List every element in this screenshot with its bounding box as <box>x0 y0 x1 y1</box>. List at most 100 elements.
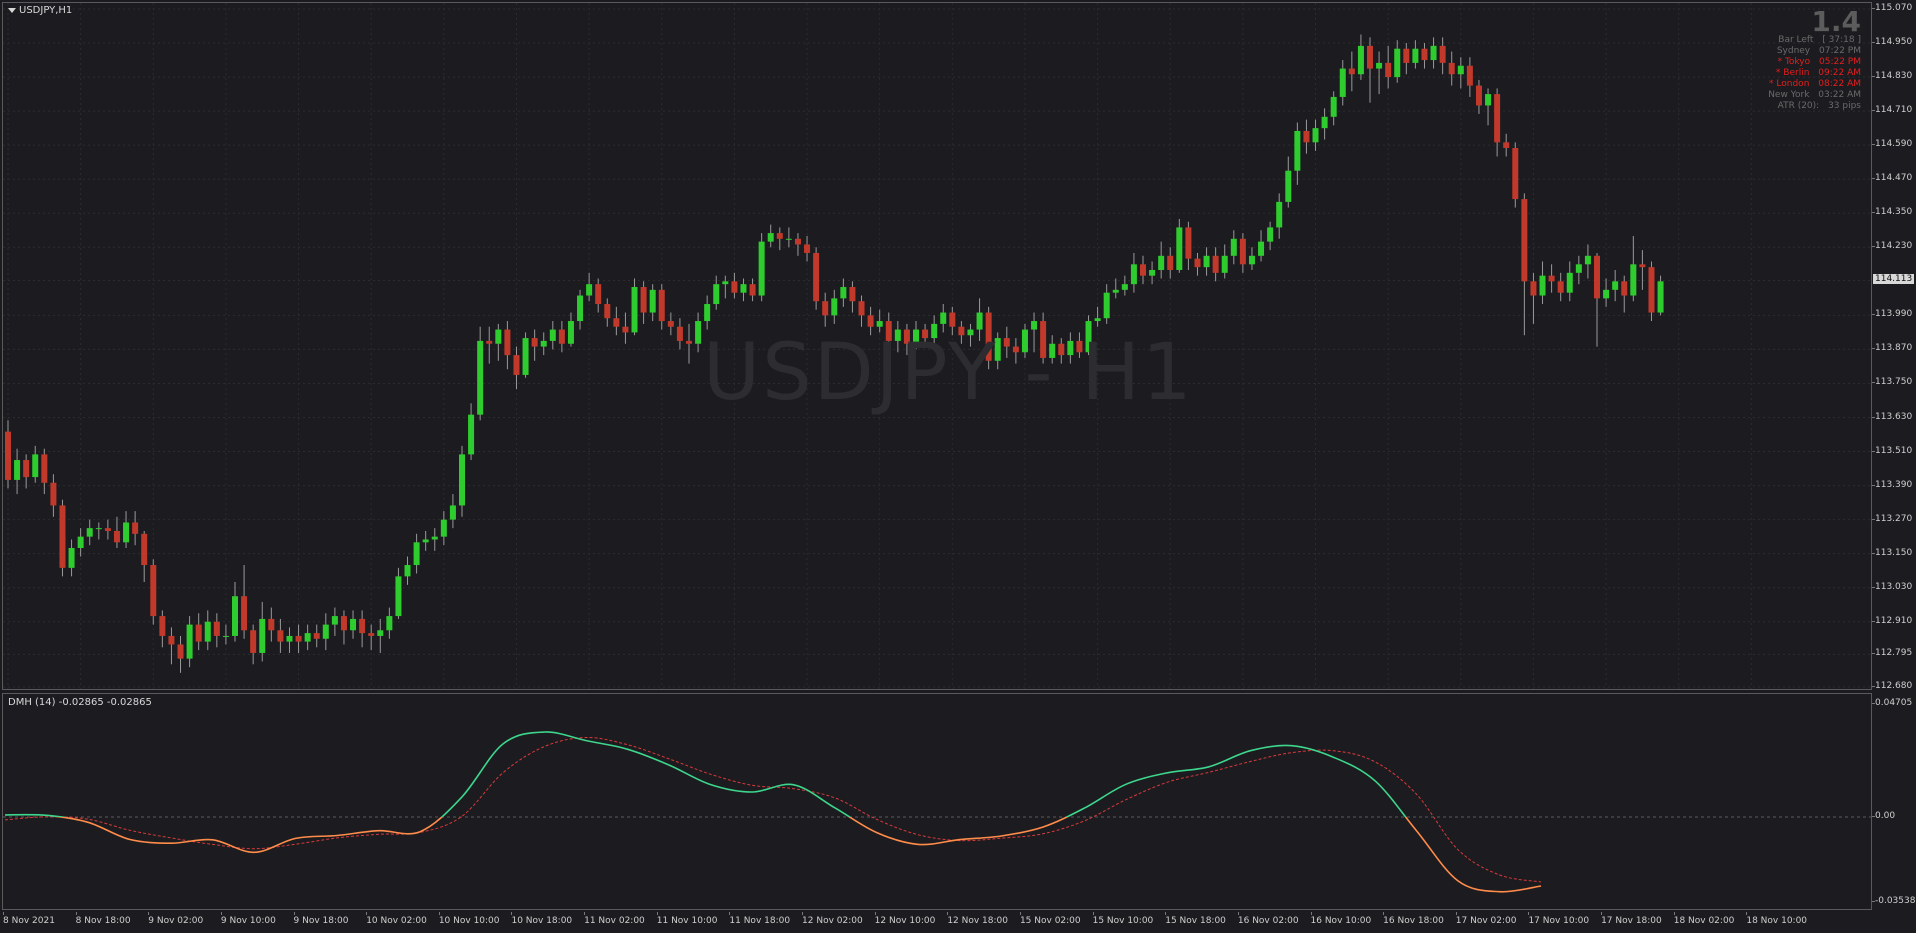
bull-candle <box>1158 255 1165 270</box>
bull-candle <box>1539 275 1546 296</box>
bear-candle <box>1421 48 1428 61</box>
bull-candle <box>1575 264 1582 273</box>
bull-candle <box>123 522 130 543</box>
session-value: 05:22 PM <box>1816 57 1861 67</box>
bear-candle <box>622 326 629 333</box>
bull-candle <box>449 505 456 520</box>
bear-candle <box>595 284 602 305</box>
bear-candle <box>858 301 865 316</box>
bear-candle <box>1621 281 1628 296</box>
bear-candle <box>313 633 320 639</box>
bull-candle <box>495 329 502 344</box>
bear-candle <box>604 304 611 319</box>
bull-candle <box>68 547 75 568</box>
bull-candle <box>477 340 484 415</box>
bull-candle <box>976 312 983 330</box>
bear-candle <box>667 321 674 327</box>
bear-candle <box>50 482 57 506</box>
bull-candle <box>222 635 229 637</box>
indicator-label: DMH (14) -0.02865 -0.02865 <box>8 697 152 708</box>
price-tick: 114.470 <box>1871 173 1913 184</box>
bull-candle <box>695 321 702 344</box>
bull-candle <box>259 618 266 653</box>
bull-candle <box>631 287 638 333</box>
bear-candle <box>1385 62 1392 78</box>
bull-candle <box>1430 45 1437 61</box>
time-tick: 17 Nov 10:00 <box>1528 912 1590 926</box>
price-tick: 112.795 <box>1871 648 1913 659</box>
signal-line <box>4 736 1542 883</box>
indicator-axis[interactable]: 0.04705 0.00 -0.03538 <box>1871 693 1916 910</box>
bull-candle <box>1149 269 1156 276</box>
bull-candle <box>1285 170 1292 202</box>
bull-candle <box>232 596 238 636</box>
bear-candle <box>159 616 166 636</box>
bull-candle <box>586 284 593 296</box>
indicator-tick: 0.00 <box>1871 811 1896 822</box>
bear-candle <box>776 233 783 239</box>
bull-candle <box>286 635 293 642</box>
bear-candle <box>513 355 520 375</box>
bear-candle <box>1494 94 1501 143</box>
bear-candle <box>1503 142 1510 149</box>
bull-candle <box>95 528 102 530</box>
bull-candle <box>1603 289 1610 299</box>
price-axis[interactable]: 115.070 114.950 114.830 114.710 114.590 114.4… <box>1871 2 1916 691</box>
bull-candle <box>350 618 357 631</box>
time-tick: 9 Nov 18:00 <box>293 912 349 926</box>
bull-candle <box>1276 201 1283 228</box>
current-price-tag: 114.113 <box>1873 274 1915 285</box>
bull-candle <box>1612 281 1619 290</box>
bull-candle <box>395 576 402 617</box>
bull-candle <box>404 565 411 577</box>
price-tick: 113.510 <box>1871 445 1913 456</box>
session-row: ATR (20): 33 pips <box>1768 101 1861 112</box>
bear-candle <box>1512 148 1519 200</box>
bear-candle <box>5 431 11 480</box>
session-row: Sydney 07:22 PM <box>1768 46 1861 57</box>
bull-candle <box>758 241 765 296</box>
time-tick: 12 Nov 02:00 <box>802 912 863 926</box>
session-value: 07:22 PM <box>1816 46 1861 56</box>
time-tick: 15 Nov 10:00 <box>1092 912 1154 926</box>
price-chart-pane[interactable]: USDJPY - H1 USDJPY,H1 1.4 Bar Left [ 37:… <box>2 2 1872 690</box>
indicator-chart[interactable] <box>3 694 1872 910</box>
bear-candle <box>150 565 157 617</box>
session-value: 33 pips <box>1825 101 1861 111</box>
bear-candle <box>1239 238 1246 265</box>
bull-candle <box>1457 65 1464 75</box>
dropdown-triangle-icon[interactable] <box>8 7 16 13</box>
bear-candle <box>794 238 801 245</box>
bear-candle <box>949 312 956 327</box>
time-tick: 9 Nov 02:00 <box>148 912 204 926</box>
bull-candle <box>1221 255 1228 273</box>
bull-candle <box>1394 48 1401 78</box>
bull-candle <box>1267 227 1274 242</box>
bull-candle <box>440 519 447 537</box>
symbol-text: USDJPY,H1 <box>19 5 73 16</box>
bear-candle <box>676 326 683 341</box>
bear-candle <box>1548 275 1555 282</box>
time-tick: 15 Nov 18:00 <box>1165 912 1226 926</box>
bull-candle <box>1176 227 1183 270</box>
price-tick: 115.070 <box>1871 3 1913 13</box>
bull-candle <box>204 621 211 642</box>
indicator-tick: 0.04705 <box>1871 698 1913 708</box>
time-tick: 18 Nov 10:00 <box>1746 912 1808 926</box>
indicator-tick: -0.03538 <box>1871 896 1916 906</box>
bull-candle <box>32 454 39 478</box>
indicator-pane[interactable]: DMH (14) -0.02865 -0.02865 <box>2 693 1872 910</box>
bull-candle <box>1330 96 1337 117</box>
time-tick: 11 Nov 10:00 <box>656 912 718 926</box>
bear-candle <box>504 329 511 356</box>
symbol-label[interactable]: USDJPY,H1 <box>8 5 72 16</box>
bull-candle <box>704 304 711 322</box>
price-tick: 113.270 <box>1871 513 1913 524</box>
bull-candle <box>1357 45 1364 75</box>
bull-candle <box>1630 264 1637 296</box>
time-axis[interactable]: 8 Nov 2021 8 Nov 18:00 9 Nov 02:00 9 Nov 10… <box>0 912 1916 933</box>
bull-candle <box>1203 255 1210 268</box>
bull-candle <box>840 287 847 299</box>
bear-candle <box>1594 255 1600 299</box>
time-tick: 11 Nov 18:00 <box>729 912 791 926</box>
